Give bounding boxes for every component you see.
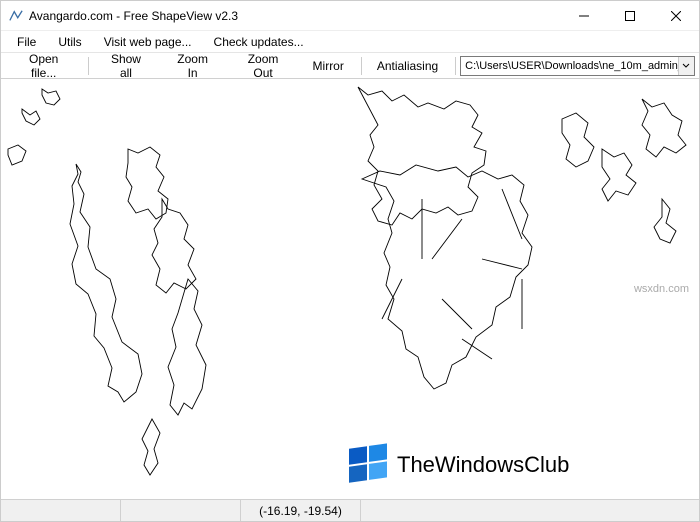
status-cell-2	[121, 500, 241, 521]
map-canvas[interactable]: TheWindowsClub wsxdn.com	[1, 79, 699, 499]
file-path-text: C:\Users\USER\Downloads\ne_10m_admin_0_b…	[461, 60, 678, 72]
antialiasing-button[interactable]: Antialiasing	[366, 55, 449, 77]
app-window: Avangardo.com - Free ShapeView v2.3 File…	[0, 0, 700, 522]
brand-watermark: TheWindowsClub	[347, 441, 569, 488]
titlebar: Avangardo.com - Free ShapeView v2.3	[1, 1, 699, 31]
window-controls	[561, 1, 699, 30]
toolbar-separator	[88, 57, 89, 75]
toolbar-separator	[455, 57, 456, 75]
toolbar-separator	[361, 57, 362, 75]
chevron-down-icon[interactable]	[678, 57, 694, 75]
statusbar: (-16.19, -19.54)	[1, 499, 699, 521]
site-watermark: wsxdn.com	[634, 283, 689, 295]
status-cell-1	[1, 500, 121, 521]
maximize-button[interactable]	[607, 1, 653, 31]
mirror-button[interactable]: Mirror	[302, 55, 355, 77]
file-path-combo[interactable]: C:\Users\USER\Downloads\ne_10m_admin_0_b…	[460, 56, 695, 76]
status-coordinates: (-16.19, -19.54)	[241, 500, 361, 521]
app-icon	[9, 9, 23, 23]
windows-logo-icon	[347, 441, 391, 488]
brand-watermark-text: TheWindowsClub	[397, 452, 569, 478]
toolbar: Open file... Show all Zoom In Zoom Out M…	[1, 53, 699, 79]
window-title: Avangardo.com - Free ShapeView v2.3	[29, 9, 561, 23]
close-button[interactable]	[653, 1, 699, 31]
map-shapes	[1, 79, 699, 499]
minimize-button[interactable]	[561, 1, 607, 31]
